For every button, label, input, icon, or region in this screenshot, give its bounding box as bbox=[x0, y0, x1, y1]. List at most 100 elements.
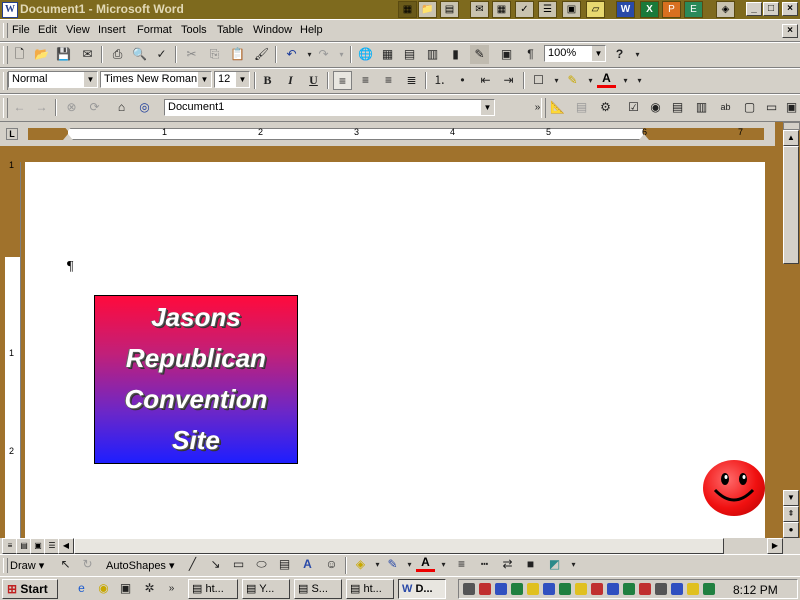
desktop-icon[interactable]: ▣ bbox=[116, 579, 135, 598]
drawing-icon[interactable]: ✎ bbox=[470, 45, 489, 64]
stop-icon[interactable]: ⊗ bbox=[62, 98, 81, 117]
calendar-icon[interactable]: ▦ bbox=[492, 1, 511, 18]
select-objects-icon[interactable]: ↖ bbox=[56, 555, 75, 574]
excel-icon[interactable]: X bbox=[640, 1, 659, 18]
oval-icon[interactable]: ⬭ bbox=[252, 555, 271, 574]
draw-menu-button[interactable]: Draw ▾ bbox=[10, 559, 44, 572]
contacts-icon[interactable]: ☰ bbox=[538, 1, 557, 18]
menu-window[interactable]: Window bbox=[253, 24, 292, 36]
view-code-icon[interactable]: ⚙ bbox=[596, 98, 615, 117]
title-bar[interactable]: W Document1 - Microsoft Word ▦ 📁 ▤ ✉ ▦ ✓… bbox=[0, 0, 800, 19]
tray-icon[interactable] bbox=[479, 583, 491, 595]
quick-launch-icon[interactable]: ◉ bbox=[94, 579, 113, 598]
tray-icon[interactable] bbox=[639, 583, 651, 595]
checkbox-control-icon[interactable]: ☑ bbox=[624, 98, 643, 117]
scroll-right-icon[interactable]: ▶ bbox=[767, 538, 783, 554]
copy-icon[interactable]: ⎘ bbox=[205, 45, 224, 64]
start-button[interactable]: ⊞ Start bbox=[2, 579, 58, 599]
search-web-icon[interactable]: ◎ bbox=[135, 98, 154, 117]
volume-icon[interactable] bbox=[527, 583, 539, 595]
align-left-icon[interactable]: ≡ bbox=[333, 71, 352, 90]
tray-icon[interactable] bbox=[591, 583, 603, 595]
increase-indent-icon[interactable]: ⇥ bbox=[499, 71, 518, 90]
align-right-icon[interactable]: ≡ bbox=[379, 71, 398, 90]
toolbar-grip[interactable] bbox=[3, 46, 8, 64]
smiley-face-icon[interactable] bbox=[703, 460, 765, 516]
close-button[interactable]: × bbox=[782, 2, 798, 16]
print-preview-icon[interactable]: 🔍 bbox=[130, 45, 149, 64]
tray-icon[interactable] bbox=[703, 583, 715, 595]
split-handle[interactable] bbox=[783, 122, 800, 130]
decrease-indent-icon[interactable]: ⇤ bbox=[476, 71, 495, 90]
border-icon[interactable]: ☐ bbox=[529, 71, 548, 90]
notes-icon[interactable]: ▤ bbox=[440, 1, 459, 18]
hyperlink-icon[interactable]: 🌐 bbox=[356, 45, 375, 64]
cut-icon[interactable]: ✂ bbox=[182, 45, 201, 64]
arrow-style-icon[interactable]: ⇄ bbox=[498, 555, 517, 574]
channels-icon[interactable]: ✲ bbox=[140, 579, 159, 598]
clip-art-icon[interactable]: ☺ bbox=[322, 555, 341, 574]
right-indent-marker[interactable] bbox=[639, 134, 649, 140]
italic-button[interactable]: I bbox=[281, 71, 300, 90]
taskbar-task[interactable]: ▤ S... bbox=[294, 579, 342, 599]
tray-icon[interactable] bbox=[559, 583, 571, 595]
forward-icon[interactable]: → bbox=[32, 98, 51, 117]
scroll-thumb[interactable] bbox=[783, 146, 799, 264]
menu-view[interactable]: View bbox=[66, 24, 90, 36]
undo-icon[interactable]: ↶ bbox=[282, 45, 301, 64]
menu-edit[interactable]: Edit bbox=[38, 24, 57, 36]
tray-icon[interactable] bbox=[671, 583, 683, 595]
dash-style-icon[interactable]: ┅ bbox=[475, 555, 494, 574]
menu-file[interactable]: File bbox=[12, 24, 30, 36]
office-shortcut-icon[interactable]: ▦ bbox=[398, 1, 417, 18]
wordart-icon[interactable]: A bbox=[298, 555, 317, 574]
submit-icon[interactable]: ▭ bbox=[762, 98, 781, 117]
dropdown-box-icon[interactable]: ▤ bbox=[668, 98, 687, 117]
menu-help[interactable]: Help bbox=[300, 24, 323, 36]
style-select[interactable]: Normal ▼ bbox=[8, 71, 98, 88]
word-icon[interactable]: W bbox=[616, 1, 635, 18]
maximize-button[interactable]: □ bbox=[763, 2, 779, 16]
taskbar-task[interactable]: ▤ Y... bbox=[242, 579, 290, 599]
show-hide-icon[interactable]: ¶ bbox=[521, 45, 540, 64]
tray-icon[interactable] bbox=[687, 583, 699, 595]
scroll-left-icon[interactable]: ◀ bbox=[58, 538, 74, 554]
scroll-up-icon[interactable]: ▲ bbox=[783, 130, 799, 146]
align-center-icon[interactable]: ≡ bbox=[356, 71, 375, 90]
banner-image[interactable]: Jasons Republican Convention Site bbox=[94, 295, 298, 464]
word-app-icon[interactable]: W bbox=[2, 2, 18, 18]
highlight-icon[interactable]: ✎ bbox=[563, 71, 582, 90]
insert-table-icon[interactable]: ▤ bbox=[400, 45, 419, 64]
tables-borders-icon[interactable]: ▦ bbox=[378, 45, 397, 64]
font-size-select[interactable]: 12 ▼ bbox=[214, 71, 250, 88]
toolbar-grip[interactable] bbox=[541, 98, 546, 118]
menu-table[interactable]: Table bbox=[217, 24, 243, 36]
tray-icon[interactable] bbox=[623, 583, 635, 595]
taskbar-task[interactable]: ▤ ht... bbox=[188, 579, 238, 599]
text-box-icon[interactable]: ab bbox=[716, 98, 735, 117]
font-color-dropdown-icon[interactable]: ▾ bbox=[434, 555, 453, 574]
chevron-down-icon[interactable]: ▼ bbox=[198, 72, 211, 87]
print-icon[interactable]: ⎙ bbox=[108, 45, 127, 64]
tray-icon[interactable] bbox=[543, 583, 555, 595]
shadow-icon[interactable]: ■ bbox=[521, 555, 540, 574]
access-icon[interactable]: E bbox=[684, 1, 703, 18]
free-rotate-icon[interactable]: ↻ bbox=[78, 555, 97, 574]
submit-image-icon[interactable]: ▣ bbox=[782, 98, 800, 117]
note-icon[interactable]: ▱ bbox=[586, 1, 605, 18]
journal-icon[interactable]: ▣ bbox=[562, 1, 581, 18]
email-icon[interactable]: ✉ bbox=[78, 45, 97, 64]
horizontal-ruler[interactable]: L 1 2 3 4 5 6 7 bbox=[0, 122, 775, 146]
chevron-down-icon[interactable]: ▼ bbox=[84, 72, 97, 87]
toolbar-options-icon[interactable]: ▾ bbox=[564, 555, 583, 574]
vertical-ruler[interactable]: 1 1 2 bbox=[5, 160, 21, 538]
insert-excel-icon[interactable]: ▥ bbox=[423, 45, 442, 64]
scroll-down-icon[interactable]: ▼ bbox=[783, 490, 799, 506]
line-icon[interactable]: ╱ bbox=[183, 555, 202, 574]
tray-icon[interactable] bbox=[655, 583, 667, 595]
horizontal-scrollbar[interactable]: ≡ ▤ ▣ ☰ ◀ ▶ bbox=[0, 538, 800, 554]
menu-format[interactable]: Format bbox=[137, 24, 172, 36]
minimize-button[interactable]: _ bbox=[746, 2, 762, 16]
refresh-icon[interactable]: ⟳ bbox=[85, 98, 104, 117]
list-box-icon[interactable]: ▥ bbox=[692, 98, 711, 117]
